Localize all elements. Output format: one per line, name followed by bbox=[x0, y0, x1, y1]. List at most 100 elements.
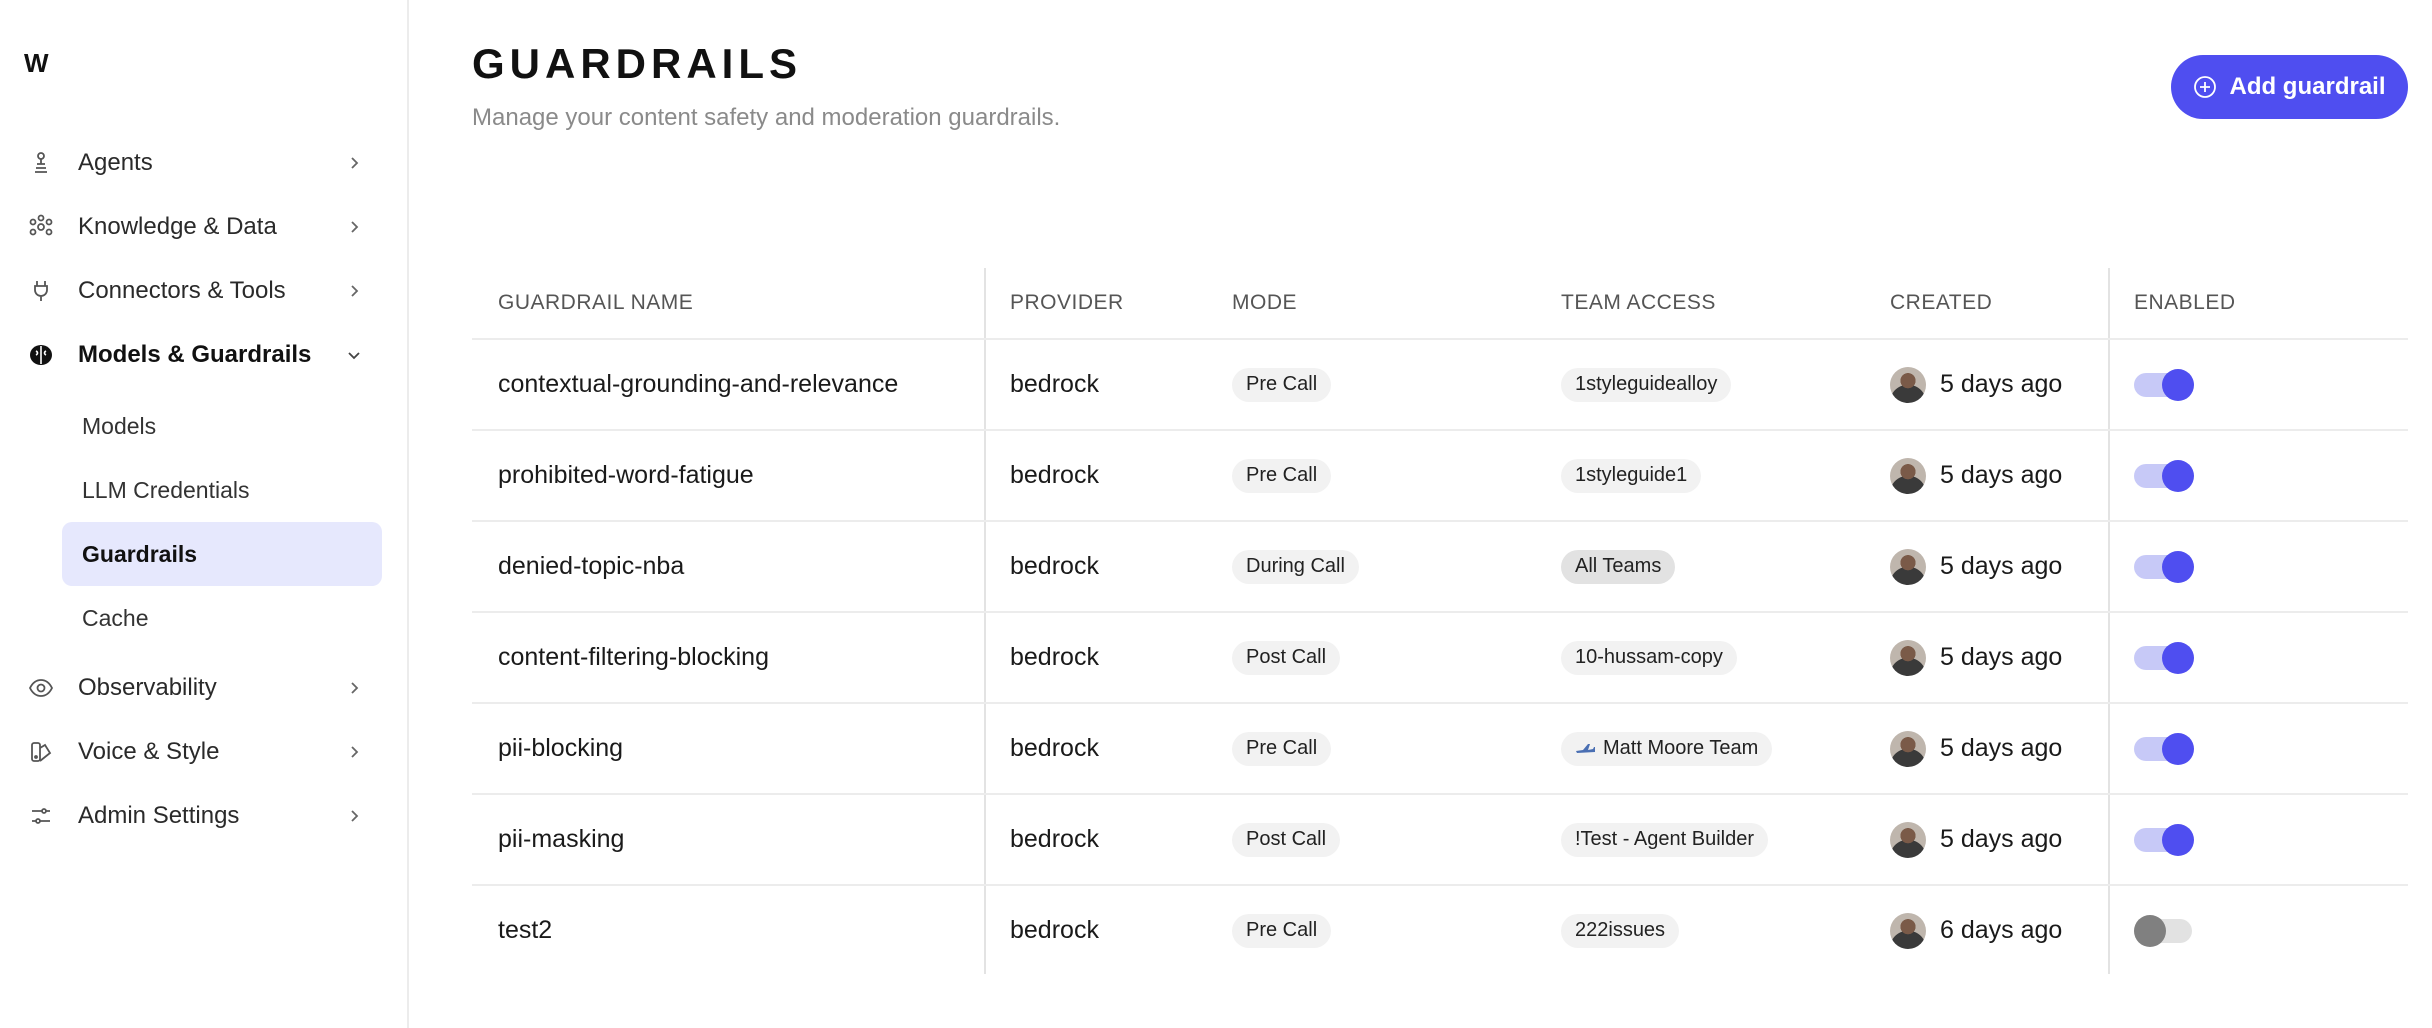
plus-circle-icon bbox=[2193, 75, 2217, 99]
app-logo[interactable]: W bbox=[24, 48, 48, 79]
column-header-created[interactable]: CREATED bbox=[1890, 268, 1992, 338]
created-date: 5 days ago bbox=[1940, 461, 2063, 489]
sidebar-item-models-guardrails[interactable]: Models & Guardrails bbox=[26, 330, 366, 380]
table-row[interactable]: prohibited-word-fatigue bedrock Pre Call… bbox=[472, 431, 2408, 522]
sidebar-item-admin-settings[interactable]: Admin Settings bbox=[26, 791, 366, 841]
created-date: 5 days ago bbox=[1940, 643, 2063, 671]
team-badge: 222issues bbox=[1561, 913, 1680, 948]
sidebar-item-observability[interactable]: Observability bbox=[26, 663, 366, 713]
chevron-right-icon bbox=[342, 676, 366, 700]
page-subtitle: Manage your content safety and moderatio… bbox=[472, 104, 1061, 131]
team-badge: Matt Moore Team bbox=[1561, 731, 1773, 766]
sidebar-subitem-guardrails[interactable]: Guardrails bbox=[62, 522, 382, 586]
airplane-icon bbox=[1575, 742, 1595, 756]
sidebar-item-label: Knowledge & Data bbox=[78, 213, 277, 240]
agents-icon bbox=[26, 148, 56, 178]
sidebar-item-connectors-tools[interactable]: Connectors & Tools bbox=[26, 266, 366, 316]
mode-badge: During Call bbox=[1232, 549, 1359, 584]
table-row[interactable]: test2 bedrock Pre Call 222issues 6 days … bbox=[472, 886, 2408, 975]
column-header-team-access[interactable]: TEAM ACCESS bbox=[1561, 268, 1716, 338]
sidebar-subitem-models[interactable]: Models bbox=[62, 394, 382, 458]
provider: bedrock bbox=[1010, 916, 1099, 944]
guardrails-table: GUARDRAIL NAME PROVIDER MODE TEAM ACCESS… bbox=[472, 268, 2408, 975]
column-header-mode[interactable]: MODE bbox=[1232, 268, 1297, 338]
created-date: 5 days ago bbox=[1940, 370, 2063, 398]
sidebar-item-voice-style[interactable]: Voice & Style bbox=[26, 727, 366, 777]
sidebar-item-knowledge-data[interactable]: Knowledge & Data bbox=[26, 202, 366, 252]
enabled-toggle[interactable] bbox=[2134, 368, 2194, 401]
enabled-toggle[interactable] bbox=[2134, 459, 2194, 492]
table-row[interactable]: contextual-grounding-and-relevance bedro… bbox=[472, 340, 2408, 431]
guardrail-name[interactable]: contextual-grounding-and-relevance bbox=[498, 340, 898, 429]
mode-badge: Post Call bbox=[1232, 822, 1341, 857]
enabled-toggle[interactable] bbox=[2134, 732, 2194, 765]
created-date: 6 days ago bbox=[1940, 916, 2063, 944]
chevron-right-icon bbox=[342, 740, 366, 764]
enabled-toggle[interactable] bbox=[2134, 823, 2194, 856]
team-badge: 1styleguidealloy bbox=[1561, 367, 1732, 402]
palette-icon bbox=[26, 737, 56, 767]
enabled-toggle[interactable] bbox=[2134, 914, 2192, 947]
mode-badge: Pre Call bbox=[1232, 731, 1332, 766]
brain-icon bbox=[26, 340, 56, 370]
created-date: 5 days ago bbox=[1940, 734, 2063, 762]
guardrail-name[interactable]: content-filtering-blocking bbox=[498, 613, 769, 702]
chevron-down-icon bbox=[342, 343, 366, 367]
avatar bbox=[1890, 730, 1926, 767]
guardrail-name[interactable]: pii-masking bbox=[498, 795, 624, 884]
guardrail-name[interactable]: denied-topic-nba bbox=[498, 522, 684, 611]
sidebar-item-label: Observability bbox=[78, 674, 217, 701]
provider: bedrock bbox=[1010, 370, 1099, 398]
team-badge: All Teams bbox=[1561, 549, 1676, 584]
sidebar-subitem-label: LLM Credentials bbox=[82, 476, 250, 503]
team-badge-label: Matt Moore Team bbox=[1603, 737, 1759, 759]
avatar bbox=[1890, 912, 1926, 949]
mode-badge: Post Call bbox=[1232, 640, 1341, 675]
sidebar-subitem-llm-credentials[interactable]: LLM Credentials bbox=[62, 458, 382, 522]
sidebar-item-label: Admin Settings bbox=[78, 802, 240, 829]
avatar bbox=[1890, 457, 1926, 494]
table-row[interactable]: pii-masking bedrock Post Call !Test - Ag… bbox=[472, 795, 2408, 886]
column-header-name[interactable]: GUARDRAIL NAME bbox=[498, 268, 693, 338]
add-guardrail-button[interactable]: Add guardrail bbox=[2171, 55, 2408, 119]
avatar bbox=[1890, 639, 1926, 676]
chevron-right-icon bbox=[342, 804, 366, 828]
table-row[interactable]: pii-blocking bedrock Pre Call Matt Moore… bbox=[472, 704, 2408, 795]
table-row[interactable]: denied-topic-nba bedrock During Call All… bbox=[472, 522, 2408, 613]
table-row[interactable]: content-filtering-blocking bedrock Post … bbox=[472, 613, 2408, 704]
provider: bedrock bbox=[1010, 461, 1099, 489]
sliders-icon bbox=[26, 801, 56, 831]
provider: bedrock bbox=[1010, 825, 1099, 853]
provider: bedrock bbox=[1010, 552, 1099, 580]
mode-badge: Pre Call bbox=[1232, 367, 1332, 402]
knowledge-icon bbox=[26, 212, 56, 242]
mode-badge: Pre Call bbox=[1232, 458, 1332, 493]
enabled-toggle[interactable] bbox=[2134, 550, 2194, 583]
chevron-right-icon bbox=[342, 279, 366, 303]
guardrail-name[interactable]: pii-blocking bbox=[498, 704, 623, 793]
sidebar-subitem-label: Guardrails bbox=[82, 540, 198, 567]
plug-icon bbox=[26, 276, 56, 306]
eye-icon bbox=[26, 673, 56, 703]
page-title: GUARDRAILS bbox=[472, 40, 802, 87]
mode-badge: Pre Call bbox=[1232, 913, 1332, 948]
team-badge: 10-hussam-copy bbox=[1561, 640, 1737, 675]
column-header-provider[interactable]: PROVIDER bbox=[1010, 268, 1124, 338]
guardrail-name[interactable]: prohibited-word-fatigue bbox=[498, 431, 754, 520]
chevron-right-icon bbox=[342, 151, 366, 175]
enabled-toggle[interactable] bbox=[2134, 641, 2194, 674]
table-header: GUARDRAIL NAME PROVIDER MODE TEAM ACCESS… bbox=[472, 268, 2408, 340]
created-date: 5 days ago bbox=[1940, 825, 2063, 853]
sidebar-item-label: Agents bbox=[78, 149, 153, 176]
created-date: 5 days ago bbox=[1940, 552, 2063, 580]
avatar bbox=[1890, 366, 1926, 403]
sidebar-subitem-cache[interactable]: Cache bbox=[62, 586, 382, 650]
team-badge: 1styleguide1 bbox=[1561, 458, 1702, 493]
sidebar-subitem-label: Models bbox=[82, 412, 157, 439]
sidebar-item-agents[interactable]: Agents bbox=[26, 138, 366, 188]
guardrail-name[interactable]: test2 bbox=[498, 886, 552, 975]
sidebar: W Agents Knowledge & Data Connectors & T… bbox=[0, 0, 409, 1028]
provider: bedrock bbox=[1010, 643, 1099, 671]
column-header-enabled[interactable]: ENABLED bbox=[2134, 268, 2236, 338]
provider: bedrock bbox=[1010, 734, 1099, 762]
